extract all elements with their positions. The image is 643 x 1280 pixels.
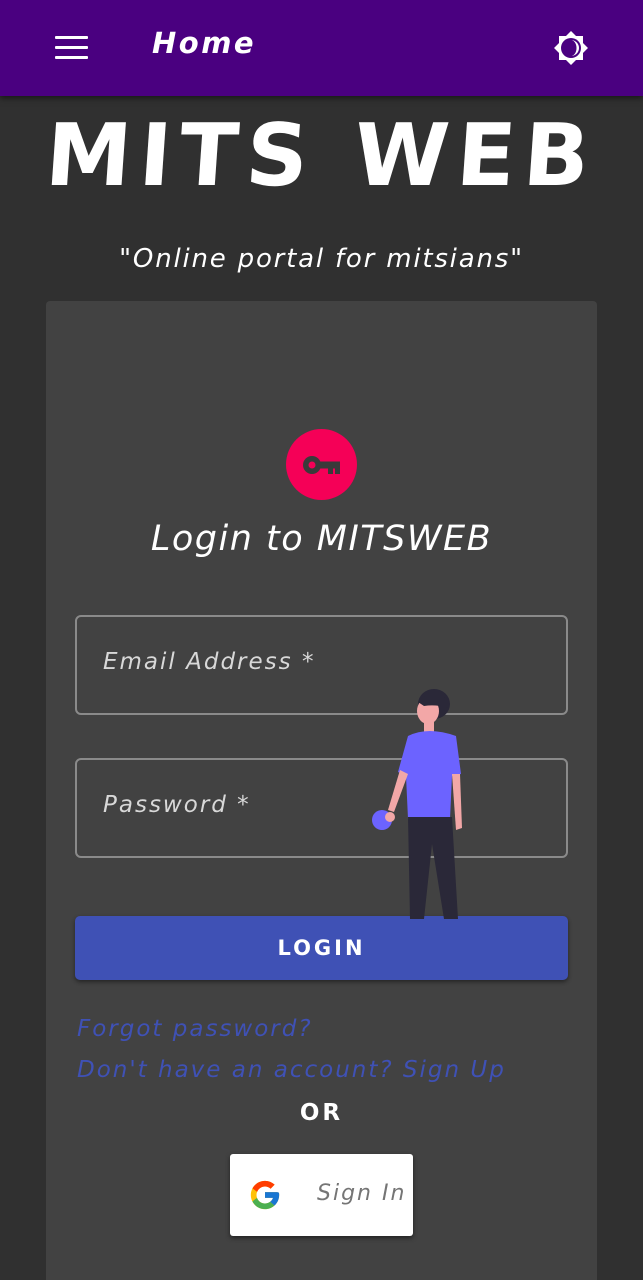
google-icon	[250, 1180, 280, 1210]
menu-icon	[54, 35, 88, 39]
brand-title: MITS WEB	[42, 106, 601, 206]
key-icon	[302, 455, 340, 474]
forgot-password-link[interactable]: Forgot password?	[77, 1016, 313, 1042]
google-sign-in-button[interactable]: Sign In	[230, 1154, 413, 1236]
theme-toggle-button[interactable]	[548, 25, 594, 71]
login-card: Login to MITSWEB Email Address * Passwor…	[46, 301, 597, 1280]
password-label: Password *	[103, 792, 251, 818]
google-sign-in-label: Sign In	[317, 1181, 407, 1206]
login-title: Login to MITSWEB	[150, 519, 493, 559]
password-field[interactable]: Password *	[75, 758, 568, 858]
app-bar: Home	[0, 0, 643, 96]
login-avatar	[286, 429, 357, 500]
email-field[interactable]: Email Address *	[75, 615, 568, 715]
page-title: Home	[152, 26, 257, 60]
email-label: Email Address *	[103, 649, 316, 675]
login-button[interactable]: LOGIN	[75, 916, 568, 980]
menu-button[interactable]	[44, 22, 98, 72]
or-divider: OR	[299, 1100, 344, 1126]
brand-tagline: "Online portal for mitsians"	[119, 244, 524, 274]
person-illustration	[372, 689, 462, 919]
sign-up-link[interactable]: Don't have an account? Sign Up	[77, 1057, 506, 1083]
brightness-toggle-icon	[554, 31, 588, 65]
